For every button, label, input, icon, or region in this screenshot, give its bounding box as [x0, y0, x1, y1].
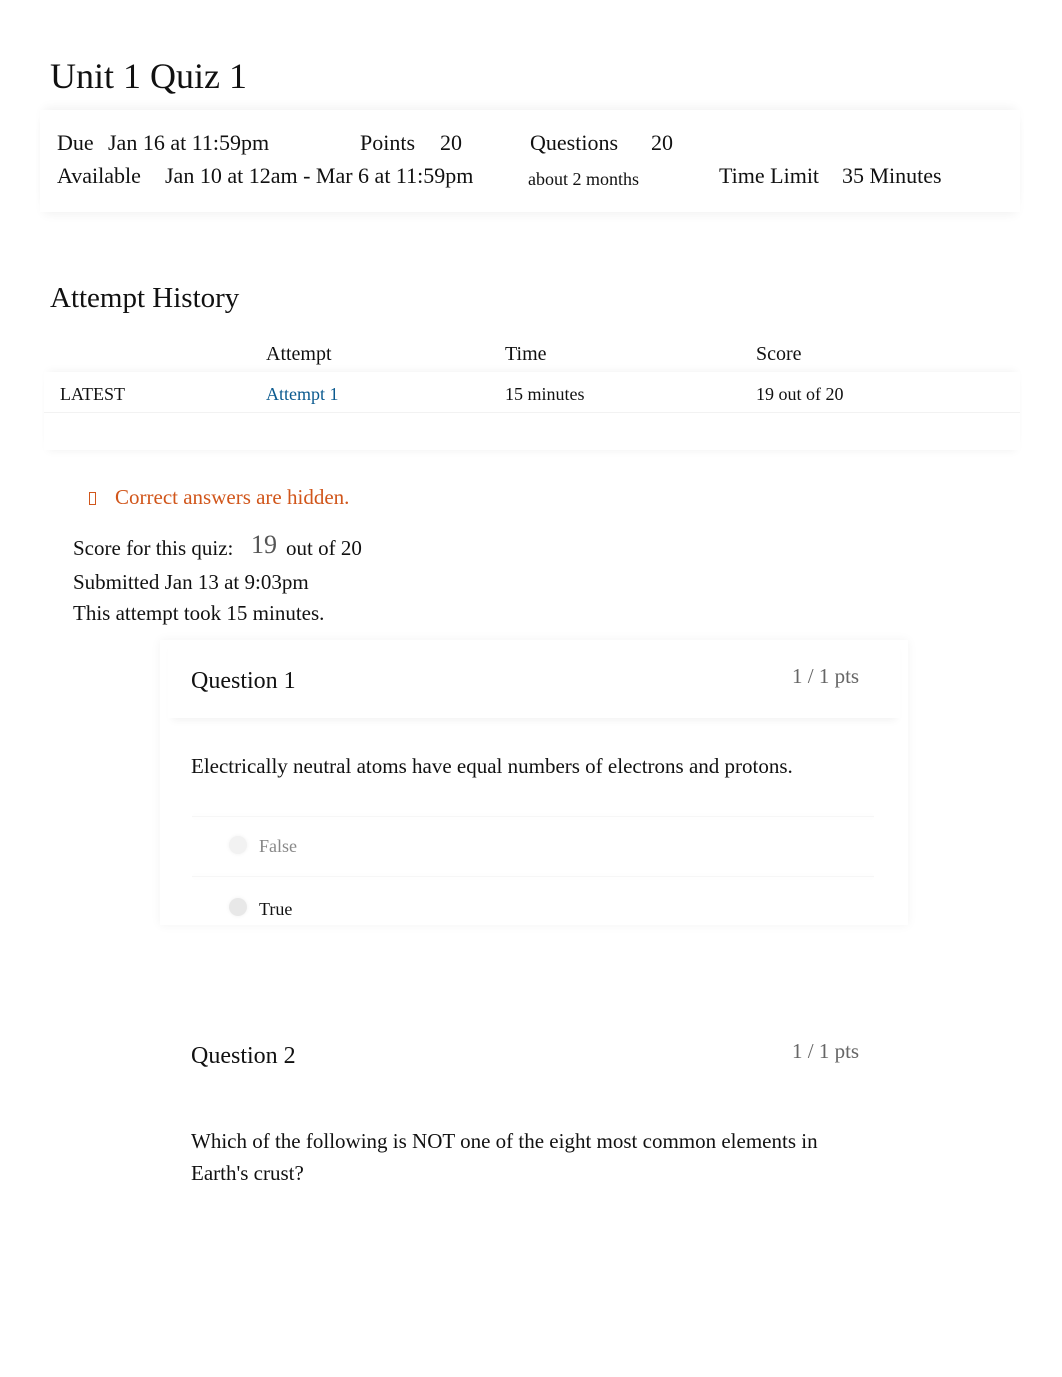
row-divider	[44, 412, 1020, 413]
question-text: Electrically neutral atoms have equal nu…	[191, 754, 793, 778]
latest-tag: LATEST	[60, 384, 125, 404]
radio-true-selected[interactable]	[229, 898, 247, 916]
answer-divider	[192, 816, 874, 817]
column-header-score: Score	[756, 343, 802, 365]
due-label: Due	[57, 130, 94, 155]
correct-answers-hidden-notice: Correct answers are hidden.	[115, 485, 350, 509]
points-label: Points	[360, 130, 416, 155]
attempt-score: 19 out of 20	[756, 384, 844, 404]
question-points: 1 / 1 pts	[792, 1039, 860, 1063]
score-suffix: out of 20	[286, 536, 362, 560]
score-label: Score for this quiz:	[73, 536, 234, 560]
due-value: Jan 16 at 11:59pm	[108, 130, 270, 155]
answer-divider	[192, 876, 874, 877]
time-limit-label: Time Limit	[719, 163, 820, 188]
attempt-history-heading: Attempt History	[50, 282, 240, 314]
question-title: Question 2	[191, 1043, 296, 1069]
points-value: 20	[440, 130, 462, 155]
attempt-time: 15 minutes	[505, 384, 585, 404]
column-header-attempt: Attempt	[266, 343, 332, 365]
question-text: Which of the following is NOT one of the…	[191, 1129, 818, 1185]
available-value: Jan 10 at 12am - Mar 6 at 11:59pm	[165, 163, 474, 188]
answer-false: False	[259, 836, 297, 856]
radio-false[interactable]	[229, 836, 247, 854]
submitted-time: Submitted Jan 13 at 9:03pm	[73, 570, 309, 594]
question-points: 1 / 1 pts	[792, 664, 860, 688]
answer-true: True	[259, 899, 293, 919]
time-limit-value: 35 Minutes	[842, 163, 942, 188]
attempt-duration: This attempt took 15 minutes.	[73, 601, 325, 625]
available-duration: about 2 months	[528, 169, 639, 189]
warning-icon	[89, 492, 96, 505]
available-label: Available	[57, 163, 141, 188]
page-title: Unit 1 Quiz 1	[50, 56, 247, 96]
question-title: Question 1	[191, 668, 296, 694]
questions-value: 20	[651, 130, 673, 155]
quiz-details	[40, 110, 1020, 212]
attempt-1-link[interactable]: Attempt 1	[266, 383, 339, 405]
questions-label: Questions	[530, 130, 618, 155]
column-header-time: Time	[505, 343, 547, 365]
score-value: 19	[251, 530, 277, 559]
